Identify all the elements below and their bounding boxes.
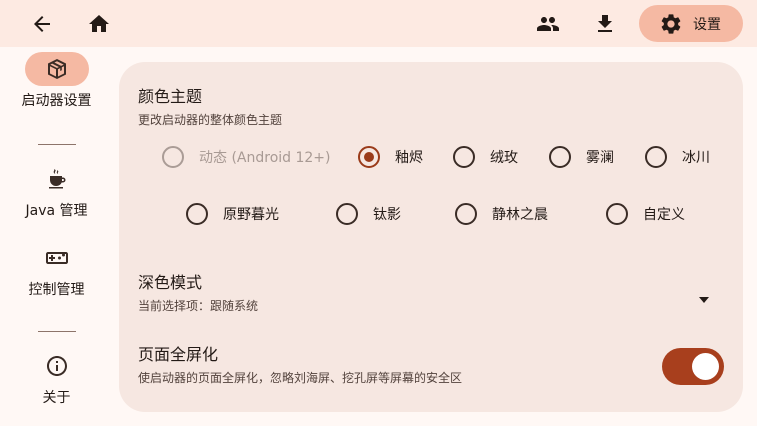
- theme-option-label: 釉烬: [395, 150, 423, 166]
- radio-circle: [645, 146, 667, 168]
- theme-option-dynamic[interactable]: 动态 (Android 12+): [162, 145, 331, 169]
- fullscreen-subtitle: 使启动器的页面全屏化，忽略刘海屏、挖孔屏等屏幕的安全区: [138, 371, 463, 385]
- fullscreen-toggle[interactable]: [662, 348, 724, 385]
- rail-icon-container: [25, 241, 89, 275]
- back-button[interactable]: [22, 4, 62, 44]
- home-button[interactable]: [79, 4, 119, 44]
- settings-button[interactable]: 设置: [639, 5, 743, 42]
- info-icon: [46, 356, 67, 376]
- gamepad-icon: [45, 252, 68, 264]
- rail-label-controls: 控制管理: [28, 282, 85, 298]
- rail-item-launcher-settings[interactable]: 启动器设置: [0, 52, 113, 110]
- settings-card: 颜色主题 更改启动器的整体颜色主题 动态 (Android 12+) 釉烬 绒玫…: [119, 62, 743, 412]
- dark-mode-title: 深色模式: [138, 273, 203, 292]
- rail-item-java[interactable]: Java 管理: [0, 162, 113, 220]
- navigation-rail: 启动器设置 Java 管理 控制管理 关于: [0, 47, 113, 426]
- radio-circle: [606, 203, 628, 225]
- theme-option-glaze-ember[interactable]: 釉烬: [358, 145, 423, 169]
- dark-mode-current-value: 当前选择项：跟随系统: [138, 299, 259, 313]
- theme-option-titanium-shadow[interactable]: 钛影: [336, 202, 401, 226]
- home-icon: [89, 15, 109, 32]
- theme-option-velvet-rose[interactable]: 绒玫: [453, 145, 518, 169]
- accounts-button[interactable]: [528, 4, 568, 44]
- arrow-back-icon: [34, 16, 50, 32]
- dark-mode-setting[interactable]: 深色模式 当前选择项：跟随系统: [119, 262, 743, 322]
- theme-option-label: 原野暮光: [223, 207, 279, 223]
- theme-option-label: 绒玫: [490, 150, 518, 166]
- radio-circle: [453, 146, 475, 168]
- rail-item-controls[interactable]: 控制管理: [0, 241, 113, 299]
- color-theme-subtitle: 更改启动器的整体颜色主题: [138, 113, 283, 127]
- theme-option-label: 自定义: [643, 207, 685, 223]
- rail-divider: [38, 144, 76, 145]
- radio-circle: [162, 146, 184, 168]
- radio-circle: [455, 203, 477, 225]
- theme-option-label: 冰川: [682, 150, 710, 166]
- top-app-bar: 设置: [0, 0, 757, 47]
- radio-circle: [336, 203, 358, 225]
- java-cup-icon: [48, 169, 65, 189]
- rail-item-about[interactable]: 关于: [0, 349, 113, 407]
- download-button[interactable]: [585, 4, 625, 44]
- dropdown-arrow-icon: [699, 288, 709, 303]
- theme-option-label: 静林之晨: [492, 207, 548, 223]
- fullscreen-title: 页面全屏化: [138, 345, 219, 364]
- rail-icon-container: [25, 349, 89, 383]
- toggle-knob: [692, 353, 719, 380]
- theme-option-mist-wave[interactable]: 雾澜: [549, 145, 614, 169]
- radio-circle: [186, 203, 208, 225]
- rail-icon-container: [25, 162, 89, 196]
- radio-circle: [358, 146, 380, 168]
- download-icon: [598, 15, 612, 32]
- rail-label-launcher-settings: 启动器设置: [21, 93, 92, 109]
- theme-option-label: 雾澜: [586, 150, 614, 166]
- color-theme-title: 颜色主题: [138, 87, 203, 106]
- people-icon: [537, 17, 559, 31]
- settings-label: 设置: [693, 16, 721, 33]
- theme-option-label: 钛影: [373, 207, 401, 223]
- theme-option-label: 动态 (Android 12+): [199, 150, 331, 166]
- theme-option-quiet-forest-morning[interactable]: 静林之晨: [455, 202, 548, 226]
- rail-label-about: 关于: [42, 390, 71, 406]
- radio-circle: [549, 146, 571, 168]
- rail-divider: [38, 331, 76, 332]
- rail-active-indicator: [24, 52, 89, 86]
- cube-icon: [47, 59, 66, 79]
- gear-icon: [661, 13, 681, 34]
- theme-option-custom[interactable]: 自定义: [606, 202, 685, 226]
- theme-option-field-twilight[interactable]: 原野暮光: [186, 202, 279, 226]
- theme-option-glacier[interactable]: 冰川: [645, 145, 710, 169]
- rail-label-java: Java 管理: [25, 203, 88, 219]
